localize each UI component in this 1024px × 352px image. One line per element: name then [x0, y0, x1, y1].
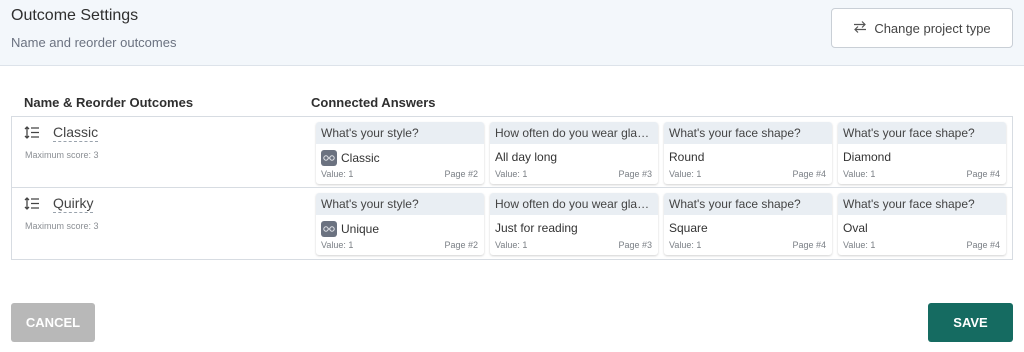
- answer-page: Page #4: [792, 169, 826, 179]
- answer-label: Oval: [843, 221, 868, 235]
- answer-value-text: Classic: [321, 150, 380, 166]
- answer-card[interactable]: What's your face shape? Square Value: 1 …: [664, 193, 832, 255]
- answer-label: All day long: [495, 150, 558, 164]
- answer-score: Value: 1: [843, 169, 876, 179]
- answer-card[interactable]: How often do you wear glas... Just for r…: [490, 193, 658, 255]
- answer-value-text: Round: [669, 150, 704, 164]
- answer-page: Page #4: [966, 169, 1000, 179]
- outcome-cell: Quirky Maximum score: 3: [12, 188, 312, 259]
- cancel-button[interactable]: CANCEL: [11, 303, 95, 342]
- answer-value-text: Diamond: [843, 150, 891, 164]
- answer-question: How often do you wear glas...: [490, 193, 658, 215]
- outcome-cell: Classic Maximum score: 3: [12, 117, 312, 188]
- answer-page: Page #2: [444, 169, 478, 179]
- answer-value-text: Just for reading: [495, 221, 578, 235]
- answer-score: Value: 1: [495, 169, 528, 179]
- outcomes-table: Classic Maximum score: 3 What's your sty…: [11, 116, 1013, 260]
- answer-score: Value: 1: [321, 169, 354, 179]
- outcome-row: Classic Maximum score: 3 What's your sty…: [12, 117, 1012, 188]
- answer-card[interactable]: What's your style? Unique Value: 1 Page …: [316, 193, 484, 255]
- answer-card[interactable]: What's your style? Classic Value: 1 Page…: [316, 122, 484, 184]
- answer-question: How often do you wear glas...: [490, 122, 658, 144]
- outcome-name-input[interactable]: Classic: [53, 124, 99, 142]
- answer-page: Page #4: [792, 240, 826, 250]
- reorder-drag-icon[interactable]: [24, 126, 40, 139]
- reorder-drag-icon[interactable]: [24, 197, 40, 210]
- answer-score: Value: 1: [843, 240, 876, 250]
- answer-page: Page #2: [444, 240, 478, 250]
- answer-label: Round: [669, 150, 705, 164]
- answer-label: Unique: [341, 222, 380, 236]
- swap-arrows-icon: [853, 20, 867, 37]
- page-title: Outcome Settings: [11, 7, 139, 24]
- name-reorder-heading: Name & Reorder Outcomes: [24, 95, 194, 110]
- answer-question: What's your face shape?: [664, 122, 832, 144]
- answer-value-text: All day long: [495, 150, 557, 164]
- answer-question: What's your style?: [316, 122, 484, 144]
- answer-card[interactable]: What's your face shape? Oval Value: 1 Pa…: [838, 193, 1006, 255]
- page-subtitle: Name and reorder outcomes: [11, 35, 177, 50]
- answer-value-text: Oval: [843, 221, 868, 235]
- change-project-type-button[interactable]: Change project type: [831, 8, 1013, 48]
- outcome-row: Quirky Maximum score: 3 What's your styl…: [12, 188, 1012, 259]
- answer-score: Value: 1: [321, 240, 354, 250]
- answer-page: Page #3: [618, 169, 652, 179]
- answer-label: Just for reading: [495, 221, 578, 235]
- settings-header: Outcome Settings Name and reorder outcom…: [0, 0, 1024, 66]
- answer-score: Value: 1: [669, 240, 702, 250]
- answer-card[interactable]: How often do you wear glas... All day lo…: [490, 122, 658, 184]
- answer-card[interactable]: What's your face shape? Diamond Value: 1…: [838, 122, 1006, 184]
- answer-card[interactable]: What's your face shape? Round Value: 1 P…: [664, 122, 832, 184]
- glasses-icon: [321, 221, 337, 237]
- max-score-label: Maximum score: 3: [25, 221, 99, 231]
- answer-score: Value: 1: [495, 240, 528, 250]
- save-button[interactable]: SAVE: [928, 303, 1013, 342]
- answer-score: Value: 1: [669, 169, 702, 179]
- answer-question: What's your face shape?: [664, 193, 832, 215]
- answer-question: What's your face shape?: [838, 122, 1006, 144]
- answer-label: Square: [669, 221, 708, 235]
- outcome-name-input[interactable]: Quirky: [53, 195, 94, 213]
- answer-label: Classic: [341, 151, 380, 165]
- answer-page: Page #3: [618, 240, 652, 250]
- change-project-type-label: Change project type: [874, 20, 991, 36]
- answer-page: Page #4: [966, 240, 1000, 250]
- answer-question: What's your style?: [316, 193, 484, 215]
- answer-label: Diamond: [843, 150, 892, 164]
- connected-answers-heading: Connected Answers: [311, 95, 436, 110]
- max-score-label: Maximum score: 3: [25, 150, 99, 160]
- glasses-icon: [321, 150, 337, 166]
- answer-value-text: Square: [669, 221, 708, 235]
- answer-question: What's your face shape?: [838, 193, 1006, 215]
- answer-value-text: Unique: [321, 221, 379, 237]
